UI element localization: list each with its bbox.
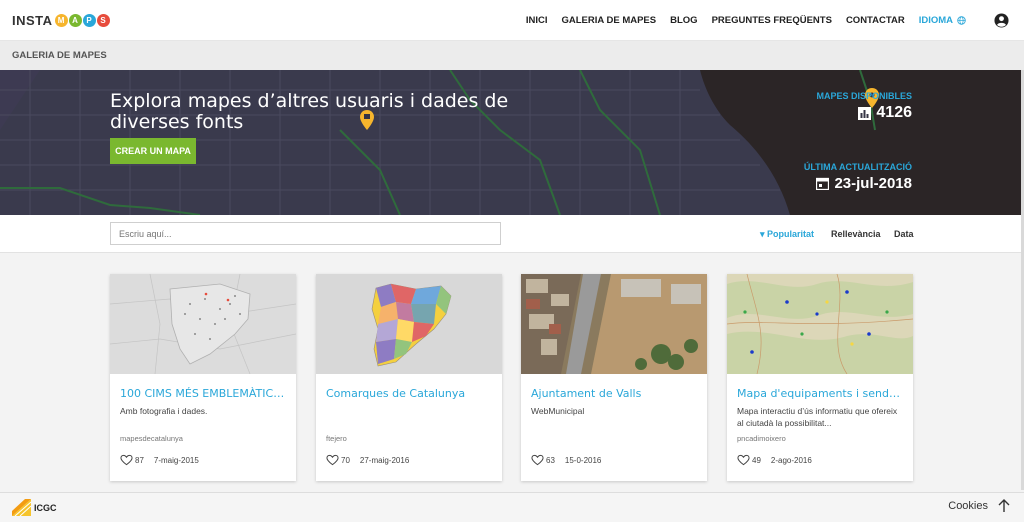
- arrow-up-icon[interactable]: [998, 499, 1010, 513]
- map-card-title[interactable]: 100 CIMS MÉS EMBLEMÀTICS DE ...: [120, 387, 288, 400]
- nav-menu: INICI GALERIA DE MAPES BLOG PREGUNTES FR…: [526, 0, 1024, 41]
- nav-item-galeria[interactable]: GALERIA DE MAPES: [561, 15, 656, 26]
- user-account-icon[interactable]: [994, 13, 1009, 28]
- bar-chart-icon: [858, 106, 872, 120]
- maps-available-label: MAPES DISPONIBLES: [816, 91, 912, 101]
- map-card-footer: 70 27-maig-2016: [326, 454, 409, 466]
- last-update-label: ÚLTIMA ACTUALITZACIÓ: [803, 162, 912, 172]
- heart-icon[interactable]: [326, 454, 339, 466]
- map-card[interactable]: 100 CIMS MÉS EMBLEMÀTICS DE ... Amb foto…: [110, 274, 296, 481]
- map-card-description: Mapa interactiu d’ús informatiu que ofer…: [737, 406, 898, 428]
- map-card-date: 15-0-2016: [564, 455, 602, 465]
- nav-item-faq[interactable]: PREGUNTES FREQÜENTS: [712, 15, 832, 26]
- logo-letter-s: S: [96, 13, 110, 27]
- map-card-date: 27-maig-2016: [359, 455, 410, 465]
- breadcrumb: GALERIA DE MAPES: [0, 41, 1024, 70]
- map-card[interactable]: Comarques de Catalunya ftejero 70 27-mai…: [316, 274, 502, 481]
- heart-icon[interactable]: [531, 454, 544, 466]
- map-card-author: ftejero: [326, 434, 347, 443]
- map-card[interactable]: Mapa d'equipaments i senders... Mapa int…: [727, 274, 913, 481]
- heart-icon[interactable]: [120, 454, 133, 466]
- create-map-button[interactable]: CREAR UN MAPA: [110, 138, 196, 164]
- map-card-author: mapesdecatalunya: [120, 434, 183, 443]
- logo-letter-m: M: [54, 13, 68, 27]
- icgc-logo[interactable]: ICGC: [12, 499, 57, 516]
- update-date-value: 23-jul-2018: [834, 175, 912, 192]
- nav-item-inici[interactable]: INICI: [526, 15, 548, 26]
- icgc-logo-text: ICGC: [34, 502, 57, 513]
- calendar-icon: [816, 177, 830, 190]
- map-card-title[interactable]: Mapa d'equipaments i senders...: [737, 387, 905, 400]
- map-card-footer: 87 7-maig-2015: [120, 454, 199, 466]
- map-card-description: WebMunicipal: [531, 406, 585, 416]
- search-input[interactable]: [110, 222, 501, 245]
- sort-relevance[interactable]: Rellevància: [831, 229, 881, 239]
- logo-prefix: INSTA: [12, 12, 53, 28]
- map-card[interactable]: Ajuntament de Valls WebMunicipal 63 15-0…: [521, 274, 707, 481]
- map-card-footer: 63 15-0-2016: [531, 454, 601, 466]
- hero-banner: Explora mapes d’altres usuaris i dades d…: [0, 70, 1024, 215]
- language-selector[interactable]: IDIOMA: [919, 15, 966, 26]
- likes-count: 87: [135, 455, 144, 465]
- instamaps-logo[interactable]: INSTA M A P S: [12, 11, 111, 29]
- map-thumbnail[interactable]: [727, 274, 913, 374]
- breadcrumb-label: GALERIA DE MAPES: [12, 50, 107, 61]
- likes-count: 70: [341, 455, 350, 465]
- last-update-date: 23-jul-2018: [816, 175, 912, 192]
- search-bar: ▾ Popularitat Rellevància Data: [0, 215, 1024, 253]
- likes-count: 63: [546, 455, 555, 465]
- likes-count: 49: [752, 455, 761, 465]
- maps-count-value: 4126: [876, 104, 912, 121]
- heart-icon[interactable]: [737, 454, 750, 466]
- sort-popularity[interactable]: ▾ Popularitat: [760, 229, 814, 240]
- map-thumbnail[interactable]: [110, 274, 296, 374]
- map-card-date: 7-maig-2015: [153, 455, 199, 465]
- map-thumbnail[interactable]: [521, 274, 707, 374]
- icgc-logo-icon: [12, 499, 31, 516]
- map-card-description: Amb fotografia i dades.: [120, 406, 208, 416]
- nav-item-blog[interactable]: BLOG: [670, 15, 697, 26]
- language-label: IDIOMA: [918, 15, 953, 26]
- cookies-label: Cookies: [948, 500, 988, 512]
- map-card-title[interactable]: Ajuntament de Valls: [531, 387, 699, 400]
- hero-title: Explora mapes d’altres usuaris i dades d…: [110, 90, 509, 133]
- nav-item-contactar[interactable]: CONTACTAR: [846, 15, 905, 26]
- logo-letter-a: A: [68, 13, 82, 27]
- top-navigation: INSTA M A P S INICI GALERIA DE MAPES BLO…: [0, 0, 1024, 41]
- map-thumbnail[interactable]: [316, 274, 502, 374]
- cookies-link[interactable]: Cookies: [948, 499, 1010, 513]
- globe-icon: [957, 16, 966, 25]
- map-card-author: pncadimoixero: [737, 434, 786, 443]
- sort-date[interactable]: Data: [894, 229, 914, 239]
- maps-available-count: 4126: [858, 104, 912, 122]
- map-card-date: 2-ago-2016: [770, 455, 812, 465]
- footer-bar: ICGC Cookies: [0, 492, 1024, 522]
- map-card-footer: 49 2-ago-2016: [737, 454, 812, 466]
- map-card-title[interactable]: Comarques de Catalunya: [326, 387, 494, 400]
- sort-popularity-label: Popularitat: [767, 229, 815, 239]
- logo-letter-p: P: [82, 13, 96, 27]
